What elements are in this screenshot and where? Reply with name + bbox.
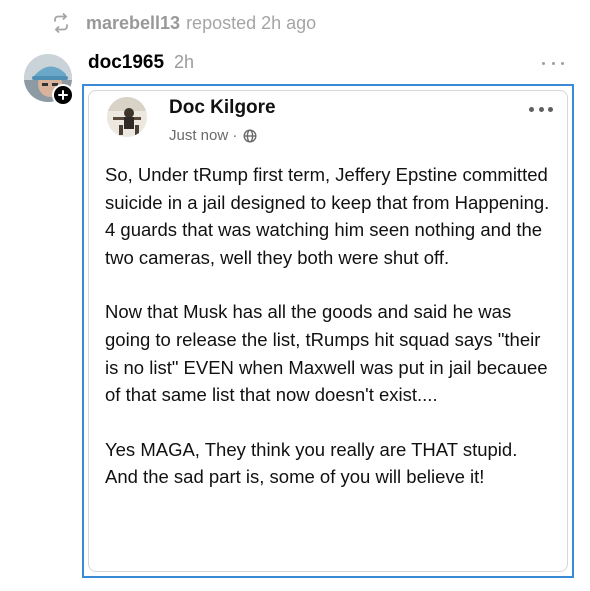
more-dot xyxy=(561,61,564,65)
embedded-post-body: So, Under tRump first term, Jeffery Epst… xyxy=(105,161,550,491)
thread-post: marebell13 reposted 2h ago doc1965 2h Do… xyxy=(0,0,590,591)
repost-attribution[interactable]: marebell13 reposted 2h ago xyxy=(50,10,316,36)
author-username[interactable]: doc1965 xyxy=(88,52,164,74)
more-dot xyxy=(548,106,553,112)
embedded-post-meta: Just now · xyxy=(169,127,257,144)
body-paragraph: Yes MAGA, They think you really are THAT… xyxy=(105,438,518,488)
embedded-post-card: Doc Kilgore Just now · So, Under tRump f… xyxy=(88,90,568,572)
more-horizontal-icon xyxy=(542,61,545,65)
repost-time-text: reposted 2h ago xyxy=(186,12,317,33)
attached-image[interactable]: Doc Kilgore Just now · So, Under tRump f… xyxy=(82,84,574,578)
repost-username[interactable]: marebell13 xyxy=(86,13,180,34)
post-more-button[interactable] xyxy=(542,56,564,70)
follow-button[interactable] xyxy=(52,84,74,106)
plus-icon xyxy=(57,89,69,101)
more-dot xyxy=(538,106,544,112)
body-paragraph: Now that Musk has all the goods and said… xyxy=(105,301,548,406)
globe-icon xyxy=(243,128,257,143)
more-dot xyxy=(551,61,555,65)
embedded-author-name: Doc Kilgore xyxy=(169,97,276,118)
embedded-post-time: Just now · xyxy=(169,127,238,144)
embedded-more-icon xyxy=(529,105,553,113)
repost-icon xyxy=(50,12,72,34)
post-header: doc1965 2h xyxy=(88,52,194,78)
post-timestamp: 2h xyxy=(174,52,195,72)
body-paragraph: So, Under tRump first term, Jeffery Epst… xyxy=(105,164,550,268)
embedded-author-avatar xyxy=(107,97,147,137)
more-dot xyxy=(529,106,534,112)
